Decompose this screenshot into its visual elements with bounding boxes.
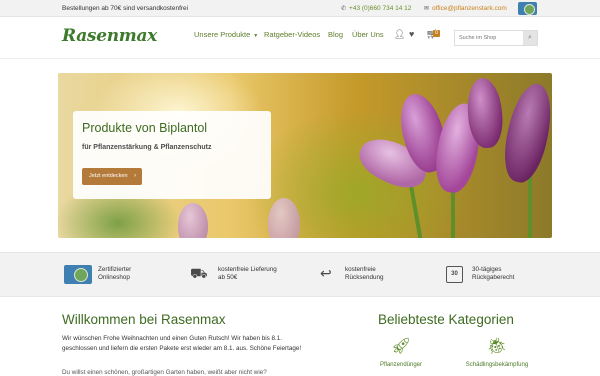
shipping-promo-text: Bestellungen ab 70€ sind versandkostenfr…	[62, 5, 189, 12]
certified-seal-icon	[64, 265, 92, 284]
return-arrow-icon: ↩	[320, 265, 332, 281]
crocus-petal	[498, 79, 552, 187]
flower-stem	[528, 173, 532, 238]
usp-line1: kostenfreie	[345, 266, 376, 273]
blurred-flower	[178, 203, 208, 238]
chevron-down-icon: ▼	[253, 33, 259, 39]
nav-item-blog[interactable]: Blog	[328, 30, 343, 39]
usp-free-delivery: kostenfreie Lieferung ab 50€	[218, 266, 277, 282]
category-fertilizer[interactable]: 🚀︎ Pflanzendünger	[356, 336, 446, 368]
email-link[interactable]: ✉ office@pflanzenstark.com	[424, 5, 507, 12]
blurred-flower	[268, 198, 300, 238]
usp-line1: kostenfreie Lieferung	[218, 266, 277, 273]
category-label: Schädlingsbekämpfung	[465, 362, 529, 368]
bug-icon: 🐞︎	[486, 338, 508, 355]
rocket-icon: 🚀︎	[390, 338, 412, 355]
delivery-truck-icon: ⛟	[190, 265, 208, 281]
discover-button[interactable]: Jetzt entdecken ›	[82, 168, 142, 185]
search-icon[interactable]: ⌕	[523, 31, 537, 45]
category-label: Pflanzendünger	[379, 362, 423, 368]
nav-item-products[interactable]: Unsere Produkte ▼	[194, 30, 258, 39]
usp-return-right: 30-tägiges Rückgaberecht	[472, 266, 514, 282]
phone-number: +43 (0)660 734 14 12	[349, 5, 412, 12]
cart-count-badge: 0	[433, 30, 440, 37]
usp-line2: Onlineshop	[98, 274, 130, 281]
envelope-icon: ✉	[424, 6, 430, 12]
hero-card: Produkte von Biplantol für Pflanzenstärk…	[73, 111, 271, 199]
phone-link[interactable]: ✆ +43 (0)660 734 14 12	[341, 5, 411, 12]
hero-subtitle: für Pflanzenstärkung & Pflanzenschutz	[82, 144, 212, 151]
user-icon[interactable]: 👤︎	[394, 29, 405, 40]
category-pest-control[interactable]: 🐞︎ Schädlingsbekämpfung	[452, 336, 542, 368]
usp-line1: 30-tägiges	[472, 266, 502, 273]
email-address: office@pflanzenstark.com	[432, 5, 507, 12]
nav-item-videos[interactable]: Ratgeber-Videos	[264, 30, 320, 39]
search-box: ⌕	[454, 30, 538, 46]
usp-line2: Rückgaberecht	[472, 274, 515, 281]
categories-heading: Beliebteste Kategorien	[378, 312, 514, 327]
chevron-right-icon: ›	[134, 173, 136, 179]
discover-button-label: Jetzt entdecken	[89, 173, 128, 179]
usp-line1: Zertifizierter	[98, 266, 132, 273]
welcome-heading: Willkommen bei Rasenmax	[62, 312, 226, 327]
nav-item-about[interactable]: Über Uns	[352, 30, 384, 39]
hero-title: Produkte von Biplantol	[82, 121, 208, 135]
welcome-text: Wir wünschen Frohe Weihnachten und einen…	[62, 335, 302, 352]
nav-item-products-label: Unsere Produkte	[194, 30, 251, 39]
usp-free-return: kostenfreie Rücksendung	[345, 266, 384, 282]
site-logo[interactable]: Rasenmax	[62, 26, 157, 46]
certification-seal-icon[interactable]	[518, 2, 537, 15]
search-input[interactable]	[455, 31, 524, 45]
calendar-30-icon: 30	[446, 266, 463, 283]
usp-line2: Rücksendung	[345, 274, 384, 281]
usp-bar: Zertifizierter Onlineshop ⛟ kostenfreie L…	[0, 252, 600, 297]
top-bar: Bestellungen ab 70€ sind versandkostenfr…	[0, 0, 600, 17]
phone-icon: ✆	[341, 6, 347, 12]
usp-line2: ab 50€	[218, 274, 238, 281]
main-header: Rasenmax Unsere Produkte ▼ Ratgeber-Video…	[0, 17, 600, 59]
usp-certified: Zertifizierter Onlineshop	[98, 266, 131, 282]
heart-icon[interactable]: ♥	[409, 29, 414, 39]
